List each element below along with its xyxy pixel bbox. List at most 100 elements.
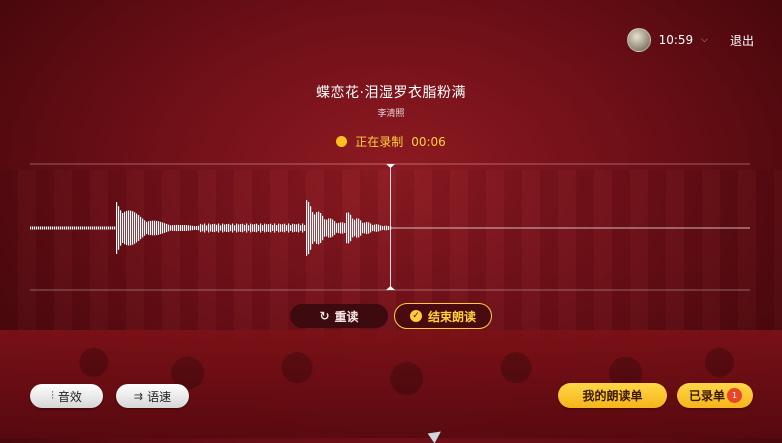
finish-reading-button[interactable]: ✓ 结束朗读	[394, 303, 492, 329]
waveform-bar	[274, 223, 276, 233]
recording-elapsed-time: 00:06	[411, 135, 446, 149]
waveform-bar	[250, 223, 252, 233]
waveform-bar	[342, 222, 344, 234]
waveform-bar	[262, 225, 264, 231]
sound-effect-label: 音效	[57, 389, 82, 404]
waveform-bar	[62, 226, 64, 230]
waveform-bar	[268, 224, 270, 232]
sound-effect-button[interactable]: ⫶ 音效	[30, 384, 103, 408]
waveform-bar	[52, 226, 54, 230]
recording-status: 正在录制 00:06	[0, 133, 782, 150]
waveform-bar	[74, 226, 76, 230]
exit-button[interactable]: 退出	[730, 32, 754, 49]
waveform-bar	[214, 223, 216, 233]
reread-label: 重读	[334, 309, 359, 324]
waveform-bar	[168, 224, 170, 232]
waveform-bar	[142, 218, 144, 238]
poem-title: 蝶恋花·泪湿罗衣脂粉满	[316, 85, 466, 101]
waveform-bar	[176, 224, 178, 232]
waveform-bar	[128, 210, 130, 246]
waveform-bar	[364, 222, 366, 234]
waveform-bar	[64, 226, 66, 230]
waveform-bar	[134, 212, 136, 244]
waveform-bar	[182, 225, 184, 231]
waveform-bar	[104, 226, 106, 230]
waveform-bar	[76, 226, 78, 230]
waveform-bar	[210, 224, 212, 232]
waveform-bar	[48, 226, 50, 230]
waveform-bar	[320, 213, 322, 243]
waveform-bar	[334, 221, 336, 235]
waveform-bar	[258, 224, 260, 232]
waveform-bar	[254, 224, 256, 232]
waveform-bar	[30, 226, 32, 230]
waveform-bar	[78, 226, 80, 230]
waveform-bar	[60, 226, 62, 230]
waveform-bar	[324, 219, 326, 237]
waveform-bar	[266, 224, 268, 232]
reread-button[interactable]: ↻ 重读	[290, 304, 388, 328]
waveform-bar	[208, 223, 210, 233]
waveform-bar	[232, 223, 234, 233]
waveform-bar	[188, 225, 190, 231]
waveform-bar	[132, 211, 134, 245]
waveform-bar	[384, 225, 386, 231]
waveform-bar	[38, 226, 40, 230]
waveform-bar	[166, 223, 168, 233]
waveform-bar	[96, 226, 98, 230]
waveform-bar	[136, 213, 138, 243]
waveform-bar	[36, 226, 38, 230]
waveform-bar	[194, 226, 196, 230]
waveform-bar	[154, 220, 156, 236]
waveform-bar	[376, 224, 378, 232]
equalizer-icon: ⫶	[51, 389, 54, 402]
waveform-bar	[172, 225, 174, 231]
waveform	[30, 163, 750, 291]
waveform-bar	[162, 222, 164, 234]
speed-icon: ⇉	[133, 389, 144, 403]
waveform-bar	[82, 226, 84, 230]
waveform-bar	[206, 225, 208, 231]
waveform-bar	[84, 226, 86, 230]
poem-author: 李清照	[377, 109, 405, 119]
waveform-bar	[102, 226, 104, 230]
waveform-bar	[148, 221, 150, 235]
waveform-bar	[328, 218, 330, 238]
recording-indicator-icon	[336, 136, 348, 147]
waveform-bar	[186, 225, 188, 231]
waveform-bar	[306, 200, 308, 256]
chevron-down-icon[interactable]: ⌵	[701, 35, 708, 45]
user-avatar-icon[interactable]	[626, 28, 651, 52]
waveform-bar	[126, 210, 128, 246]
waveform-bar	[54, 226, 56, 230]
waveform-bar	[204, 223, 206, 233]
waveform-bar	[34, 226, 36, 230]
waveform-bar	[92, 226, 94, 230]
waveform-bars	[30, 200, 392, 256]
waveform-bar	[158, 221, 160, 235]
waveform-bar	[300, 225, 302, 231]
waveform-bar	[50, 226, 52, 230]
check-circle-icon: ✓	[409, 310, 422, 322]
waveform-bar	[236, 223, 238, 233]
waveform-bar	[156, 220, 158, 236]
speech-speed-button[interactable]: ⇉ 语速	[116, 384, 189, 408]
waveform-bar	[316, 212, 318, 244]
waveform-bar	[380, 225, 382, 231]
recorded-list-button[interactable]: 已录单 1	[677, 383, 753, 408]
waveform-bar	[216, 224, 218, 232]
my-reading-list-button[interactable]: 我的朗读单	[558, 383, 667, 408]
waveform-bar	[198, 225, 200, 231]
waveform-bar	[350, 214, 352, 242]
waveform-bar	[296, 224, 298, 232]
waveform-bar	[44, 226, 46, 230]
waveform-bar	[326, 219, 328, 237]
waveform-bar	[122, 212, 124, 244]
waveform-bar	[290, 225, 292, 231]
recorded-list-label: 已录单	[689, 389, 726, 403]
waveform-bar	[354, 219, 356, 237]
waveform-bar	[178, 224, 180, 232]
waveform-bar	[284, 223, 286, 233]
waveform-bar	[352, 218, 354, 238]
waveform-bar	[318, 211, 320, 245]
